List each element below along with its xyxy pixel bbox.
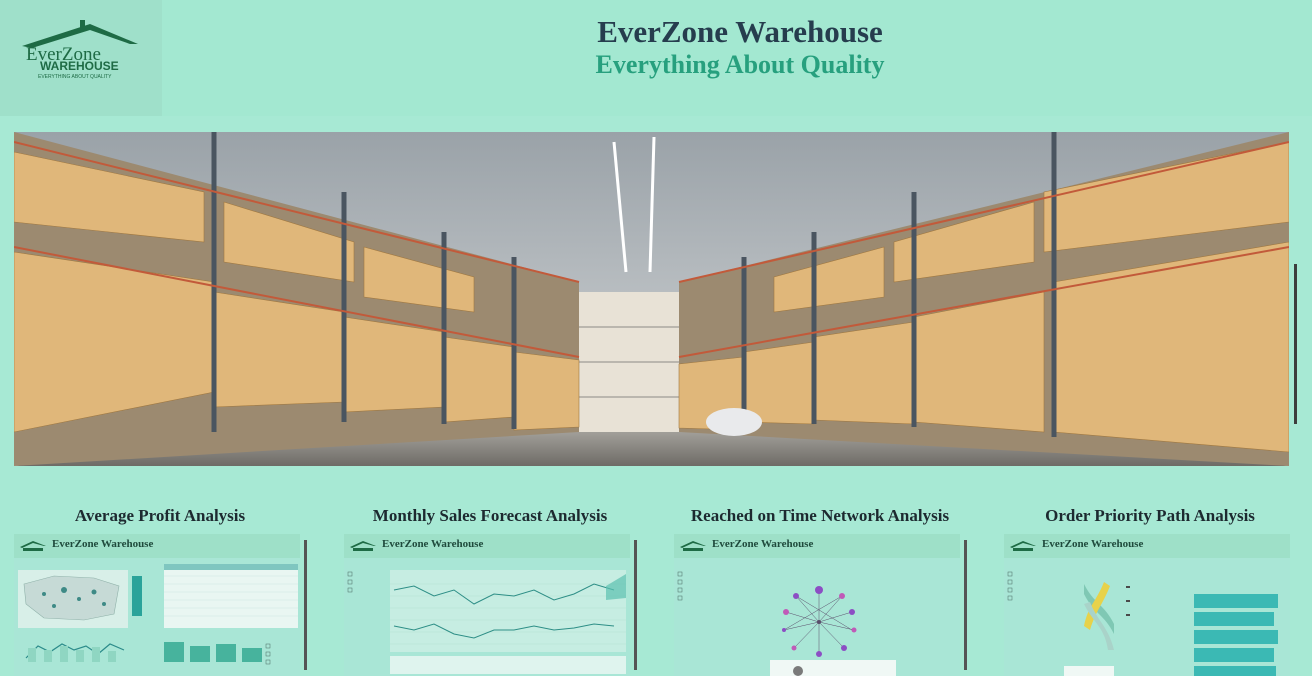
card-title-reached-on-time[interactable]: Reached on Time Network Analysis <box>674 506 966 526</box>
thumbnail-monthly-sales[interactable]: EverZone Warehouse <box>344 534 630 676</box>
thumbnail-order-priority[interactable]: EverZone Warehouse <box>1004 534 1290 676</box>
logo[interactable]: EverZone WAREHOUSE EVERYTHING ABOUT QUAL… <box>0 0 162 116</box>
page-subtitle: Everything About Quality <box>595 50 885 79</box>
thumb-scrollbar[interactable] <box>634 540 637 670</box>
thumb-scrollbar[interactable] <box>964 540 967 670</box>
thumbnail-average-profit[interactable]: EverZone Warehouse <box>14 534 300 676</box>
card-title-average-profit[interactable]: Average Profit Analysis <box>14 506 306 526</box>
warehouse-hero-image <box>14 132 1289 466</box>
thumbnail-reached-on-time[interactable]: EverZone Warehouse <box>674 534 960 676</box>
thumb-scrollbar[interactable] <box>304 540 307 670</box>
card-title-monthly-sales[interactable]: Monthly Sales Forecast Analysis <box>344 506 636 526</box>
card-title-order-priority[interactable]: Order Priority Path Analysis <box>1004 506 1296 526</box>
logo-text-bottom: WAREHOUSE <box>40 59 119 73</box>
header: EverZone WAREHOUSE EVERYTHING ABOUT QUAL… <box>0 0 1312 116</box>
logo-tagline: EVERYTHING ABOUT QUALITY <box>38 74 112 80</box>
page-scrollbar[interactable] <box>1294 264 1297 424</box>
page-title: EverZone Warehouse <box>597 14 883 49</box>
warehouse-logo-icon: EverZone WAREHOUSE EVERYTHING ABOUT QUAL… <box>22 20 138 80</box>
